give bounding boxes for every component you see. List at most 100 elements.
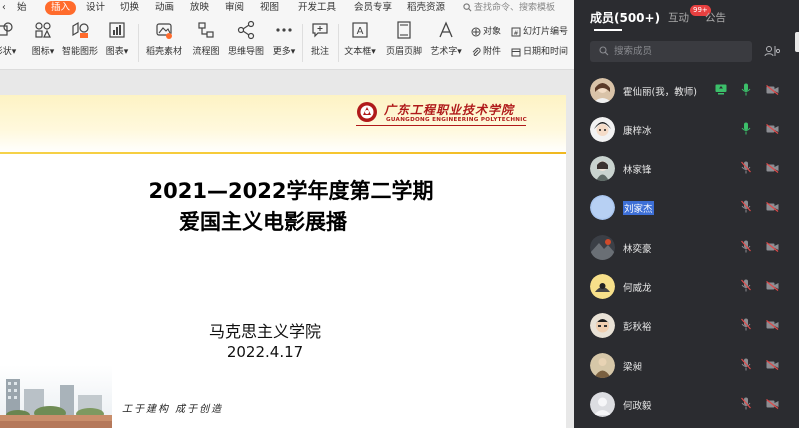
tool-smartart-label: 智能图形 <box>61 47 98 57</box>
svg-text:A: A <box>357 26 364 37</box>
mic-off-icon[interactable] <box>741 200 751 213</box>
member-search-box[interactable] <box>590 41 752 62</box>
object-icon <box>471 27 481 36</box>
slide[interactable]: 广东工程职业技术学院 GUANGDONG ENGINEERING POLYTEC… <box>0 95 566 428</box>
wordart-icon <box>439 21 453 38</box>
mic-on-icon[interactable] <box>741 122 751 135</box>
member-row[interactable]: 梁昶 <box>574 346 795 385</box>
menu-insert[interactable]: 插入 <box>45 1 77 15</box>
camera-off-icon[interactable] <box>766 242 779 252</box>
camera-off-icon[interactable] <box>766 202 779 212</box>
member-row[interactable]: 刘家杰 <box>574 188 795 227</box>
slide-canvas[interactable]: 广东工程职业技术学院 GUANGDONG ENGINEERING POLYTEC… <box>0 70 574 428</box>
member-row[interactable]: 林奕豪 <box>574 228 795 267</box>
mic-off-icon[interactable] <box>741 318 751 331</box>
command-search[interactable]: 查找命令、搜索模板 <box>463 1 555 15</box>
smartart-icon <box>72 21 89 38</box>
member-name: 彭秋裕 <box>623 322 652 333</box>
tool-comment[interactable]: 批注 <box>308 20 332 64</box>
menu-docer[interactable]: 稻壳资源 <box>407 1 445 15</box>
presentation-app: ‹ 始 插入 设计 切换 动画 放映 审阅 视图 开发工具 会员专享 稻壳资源 … <box>0 0 574 428</box>
back-arrow-icon[interactable]: ‹ <box>2 1 6 15</box>
tool-attachment-label: 附件 <box>483 47 502 57</box>
avatar <box>590 392 615 417</box>
avatar <box>590 353 615 378</box>
menu-transition[interactable]: 切换 <box>120 1 139 15</box>
member-manage-icon[interactable] <box>764 45 780 57</box>
tool-flowchart-label: 流程图 <box>192 47 220 57</box>
tool-chart-label: 图表 <box>105 47 124 57</box>
mic-on-icon[interactable] <box>741 83 751 96</box>
search-icon <box>463 3 472 12</box>
mic-off-icon[interactable] <box>741 279 751 292</box>
tool-chart[interactable]: 图表▾ <box>104 20 130 64</box>
menu-start[interactable]: 始 <box>17 1 27 15</box>
camera-off-icon[interactable] <box>766 320 779 330</box>
ribbon-divider <box>138 24 139 62</box>
svg-text:#: # <box>513 30 518 37</box>
comment-icon <box>312 23 328 38</box>
tab-members[interactable]: 成员(500+) <box>590 9 660 26</box>
tool-wordart[interactable]: 艺术字▾ <box>428 20 464 64</box>
member-row[interactable]: 林家锋 <box>574 149 795 188</box>
mic-off-icon[interactable] <box>741 397 751 410</box>
tool-comment-label: 批注 <box>310 47 329 57</box>
menu-member[interactable]: 会员专享 <box>354 1 392 15</box>
menu-slideshow[interactable]: 放映 <box>190 1 209 15</box>
avatar <box>590 156 615 181</box>
university-underline <box>356 125 526 126</box>
menu-design[interactable]: 设计 <box>86 1 105 15</box>
tool-header-footer[interactable]: 页眉页脚 <box>384 20 424 64</box>
member-row[interactable]: 康梓冰 <box>574 110 795 149</box>
menu-view[interactable]: 视图 <box>260 1 279 15</box>
tool-icon-library[interactable]: 图标▾ <box>28 20 58 64</box>
member-name: 何政毅 <box>623 401 652 412</box>
menu-developer[interactable]: 开发工具 <box>298 1 336 15</box>
camera-off-icon[interactable] <box>766 85 779 95</box>
mic-off-icon[interactable] <box>741 161 751 174</box>
tab-interact[interactable]: 互动 <box>668 10 689 25</box>
camera-off-icon[interactable] <box>766 124 779 134</box>
menu-animation[interactable]: 动画 <box>155 1 174 15</box>
avatar <box>590 195 615 220</box>
tool-smartart[interactable]: 智能图形 <box>61 20 99 64</box>
tool-textbox[interactable]: A 文本框▾ <box>343 20 377 64</box>
member-row[interactable]: 何威龙 <box>574 267 795 306</box>
tool-shape[interactable]: 形状▾ <box>0 20 18 64</box>
member-name: 何威龙 <box>623 283 652 294</box>
slide-date: 2022.4.17 <box>226 343 304 361</box>
tool-more[interactable]: 更多▾ <box>270 20 298 64</box>
flowchart-icon <box>198 22 214 38</box>
icon-library-icon <box>35 22 51 38</box>
member-panel: 成员(500+) 互动 99+ 公告 霍仙丽(我，教师) 康梓冰林家锋刘家杰林奕豪… <box>574 0 799 428</box>
member-row[interactable]: 何政毅 <box>574 385 795 424</box>
tool-slide-number[interactable]: # 幻灯片编号 <box>511 25 568 39</box>
tab-notice[interactable]: 公告 <box>705 10 726 25</box>
slide-gold-line <box>0 152 566 154</box>
tool-date-time-label: 日期和时间 <box>523 47 569 57</box>
tool-mindmap[interactable]: 思维导图 <box>226 20 266 64</box>
camera-off-icon[interactable] <box>766 163 779 173</box>
member-row[interactable]: 霍仙丽(我，教师) <box>574 71 795 110</box>
tool-docer-material[interactable]: 稻壳素材 <box>145 20 183 64</box>
slide-number-icon: # <box>511 27 521 37</box>
tool-object[interactable]: 对象 <box>471 25 501 39</box>
tool-attachment[interactable]: 附件 <box>471 45 501 59</box>
mic-off-icon[interactable] <box>741 358 751 371</box>
member-search-input[interactable] <box>614 41 744 62</box>
panel-collapse-handle[interactable] <box>795 32 799 52</box>
camera-off-icon[interactable] <box>766 281 779 291</box>
tool-textbox-label: 文本框 <box>344 47 372 57</box>
menu-review[interactable]: 审阅 <box>225 1 244 15</box>
mic-off-icon[interactable] <box>741 240 751 253</box>
avatar <box>590 313 615 338</box>
paperclip-icon <box>472 47 481 56</box>
screen-share-icon[interactable] <box>715 84 727 95</box>
camera-off-icon[interactable] <box>766 399 779 409</box>
university-name-cn: 广东工程职业技术学院 <box>384 103 515 117</box>
tool-date-time[interactable]: 日期和时间 <box>511 45 568 59</box>
member-row[interactable]: 彭秋裕 <box>574 306 795 345</box>
camera-off-icon[interactable] <box>766 360 779 370</box>
tool-flowchart[interactable]: 流程图 <box>190 20 222 64</box>
member-name: 刘家杰 <box>623 201 654 215</box>
